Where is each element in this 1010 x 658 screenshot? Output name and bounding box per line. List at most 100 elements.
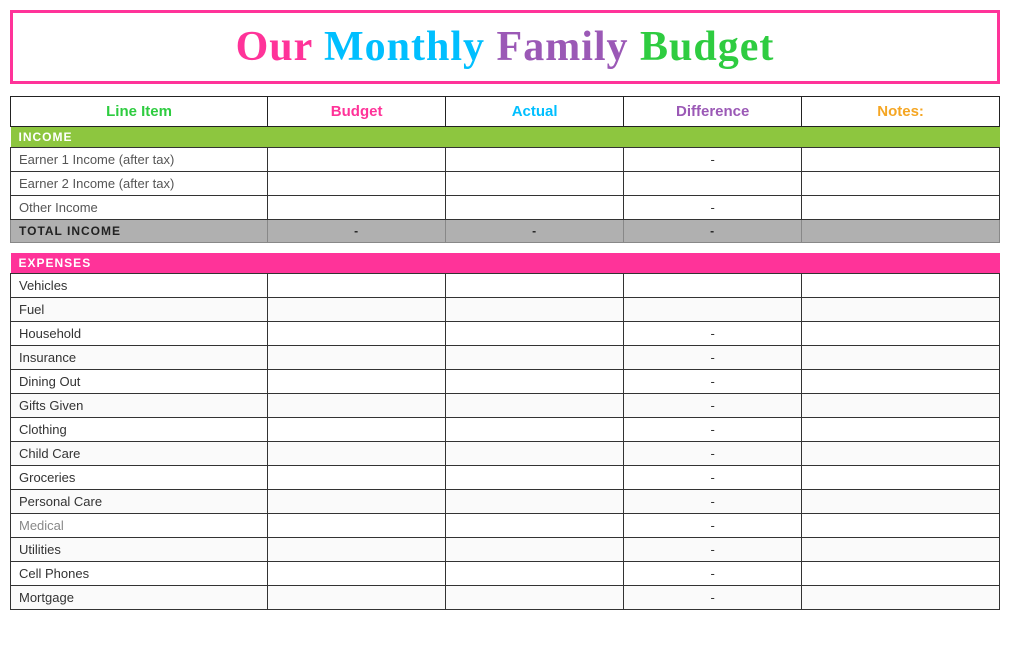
expense-insurance-actual[interactable] xyxy=(446,345,624,369)
income-row-2-name: Earner 2 Income (after tax) xyxy=(11,172,268,196)
expense-fuel-notes[interactable] xyxy=(802,297,1000,321)
expense-fuel-budget[interactable] xyxy=(268,297,446,321)
expense-gifts-notes[interactable] xyxy=(802,393,1000,417)
expense-household-notes[interactable] xyxy=(802,321,1000,345)
expense-gifts-name: Gifts Given xyxy=(11,393,268,417)
total-income-row: TOTAL INCOME - - - xyxy=(11,220,1000,243)
expense-childcare-diff: - xyxy=(624,441,802,465)
expense-mortgage-budget[interactable] xyxy=(268,585,446,609)
expense-fuel-actual[interactable] xyxy=(446,297,624,321)
spacer xyxy=(11,243,1000,253)
expense-gifts-actual[interactable] xyxy=(446,393,624,417)
expense-clothing-actual[interactable] xyxy=(446,417,624,441)
income-row-1-diff: - xyxy=(624,148,802,172)
table-row: Dining Out - xyxy=(11,369,1000,393)
expense-dining-actual[interactable] xyxy=(446,369,624,393)
expense-personalcare-notes[interactable] xyxy=(802,489,1000,513)
table-header-row: Line Item Budget Actual Difference Notes… xyxy=(11,97,1000,127)
table-row: Groceries - xyxy=(11,465,1000,489)
expense-vehicles-diff xyxy=(624,273,802,297)
expense-fuel-diff xyxy=(624,297,802,321)
expense-clothing-notes[interactable] xyxy=(802,417,1000,441)
expense-vehicles-actual[interactable] xyxy=(446,273,624,297)
title-family: Family xyxy=(497,24,640,70)
header-actual: Actual xyxy=(446,97,624,127)
income-row-2-notes[interactable] xyxy=(802,172,1000,196)
table-row: Child Care - xyxy=(11,441,1000,465)
expense-cellphones-budget[interactable] xyxy=(268,561,446,585)
expense-clothing-name: Clothing xyxy=(11,417,268,441)
expense-childcare-name: Child Care xyxy=(11,441,268,465)
total-income-diff: - xyxy=(624,220,802,243)
expense-clothing-budget[interactable] xyxy=(268,417,446,441)
table-row: Cell Phones - xyxy=(11,561,1000,585)
expense-insurance-notes[interactable] xyxy=(802,345,1000,369)
header-budget: Budget xyxy=(268,97,446,127)
expense-medical-budget[interactable] xyxy=(268,513,446,537)
expense-personalcare-actual[interactable] xyxy=(446,489,624,513)
expense-personalcare-diff: - xyxy=(624,489,802,513)
expense-childcare-notes[interactable] xyxy=(802,441,1000,465)
expense-clothing-diff: - xyxy=(624,417,802,441)
expense-utilities-budget[interactable] xyxy=(268,537,446,561)
income-row-1-actual[interactable] xyxy=(446,148,624,172)
expense-fuel-name: Fuel xyxy=(11,297,268,321)
page-title: Our Monthly Family Budget xyxy=(13,23,997,71)
income-row-1-name: Earner 1 Income (after tax) xyxy=(11,148,268,172)
expense-dining-budget[interactable] xyxy=(268,369,446,393)
title-our: Our xyxy=(236,24,324,70)
table-row: Fuel xyxy=(11,297,1000,321)
expense-utilities-name: Utilities xyxy=(11,537,268,561)
total-income-notes xyxy=(802,220,1000,243)
expense-groceries-name: Groceries xyxy=(11,465,268,489)
expense-vehicles-name: Vehicles xyxy=(11,273,268,297)
expense-groceries-actual[interactable] xyxy=(446,465,624,489)
total-income-label: TOTAL INCOME xyxy=(11,220,268,243)
table-row: Personal Care - xyxy=(11,489,1000,513)
income-row-3-name: Other Income xyxy=(11,196,268,220)
income-row-3-budget[interactable] xyxy=(268,196,446,220)
expense-medical-actual[interactable] xyxy=(446,513,624,537)
income-row-2-diff xyxy=(624,172,802,196)
income-row-2-budget[interactable] xyxy=(268,172,446,196)
expense-utilities-actual[interactable] xyxy=(446,537,624,561)
expense-household-diff: - xyxy=(624,321,802,345)
income-row-3-actual[interactable] xyxy=(446,196,624,220)
expense-utilities-notes[interactable] xyxy=(802,537,1000,561)
income-row-2-actual[interactable] xyxy=(446,172,624,196)
expense-vehicles-notes[interactable] xyxy=(802,273,1000,297)
income-row-3-notes[interactable] xyxy=(802,196,1000,220)
expense-insurance-budget[interactable] xyxy=(268,345,446,369)
expense-personalcare-budget[interactable] xyxy=(268,489,446,513)
expense-groceries-notes[interactable] xyxy=(802,465,1000,489)
expense-medical-notes[interactable] xyxy=(802,513,1000,537)
title-budget: Budget xyxy=(640,24,774,70)
expenses-label: EXPENSES xyxy=(11,253,1000,274)
income-row-3-diff: - xyxy=(624,196,802,220)
expense-gifts-budget[interactable] xyxy=(268,393,446,417)
expense-vehicles-budget[interactable] xyxy=(268,273,446,297)
expense-groceries-budget[interactable] xyxy=(268,465,446,489)
expense-household-name: Household xyxy=(11,321,268,345)
expense-childcare-actual[interactable] xyxy=(446,441,624,465)
header-notes: Notes: xyxy=(802,97,1000,127)
expense-household-actual[interactable] xyxy=(446,321,624,345)
total-income-budget: - xyxy=(268,220,446,243)
table-row: Household - xyxy=(11,321,1000,345)
expense-groceries-diff: - xyxy=(624,465,802,489)
table-row: Vehicles xyxy=(11,273,1000,297)
income-section-header: INCOME xyxy=(11,127,1000,148)
expense-cellphones-notes[interactable] xyxy=(802,561,1000,585)
income-row-1-budget[interactable] xyxy=(268,148,446,172)
expense-dining-notes[interactable] xyxy=(802,369,1000,393)
income-row-1-notes[interactable] xyxy=(802,148,1000,172)
expense-medical-name: Medical xyxy=(11,513,268,537)
header-lineitem: Line Item xyxy=(11,97,268,127)
expense-childcare-budget[interactable] xyxy=(268,441,446,465)
expense-mortgage-notes[interactable] xyxy=(802,585,1000,609)
expense-household-budget[interactable] xyxy=(268,321,446,345)
expense-mortgage-actual[interactable] xyxy=(446,585,624,609)
expense-utilities-diff: - xyxy=(624,537,802,561)
table-row: Gifts Given - xyxy=(11,393,1000,417)
expense-cellphones-actual[interactable] xyxy=(446,561,624,585)
